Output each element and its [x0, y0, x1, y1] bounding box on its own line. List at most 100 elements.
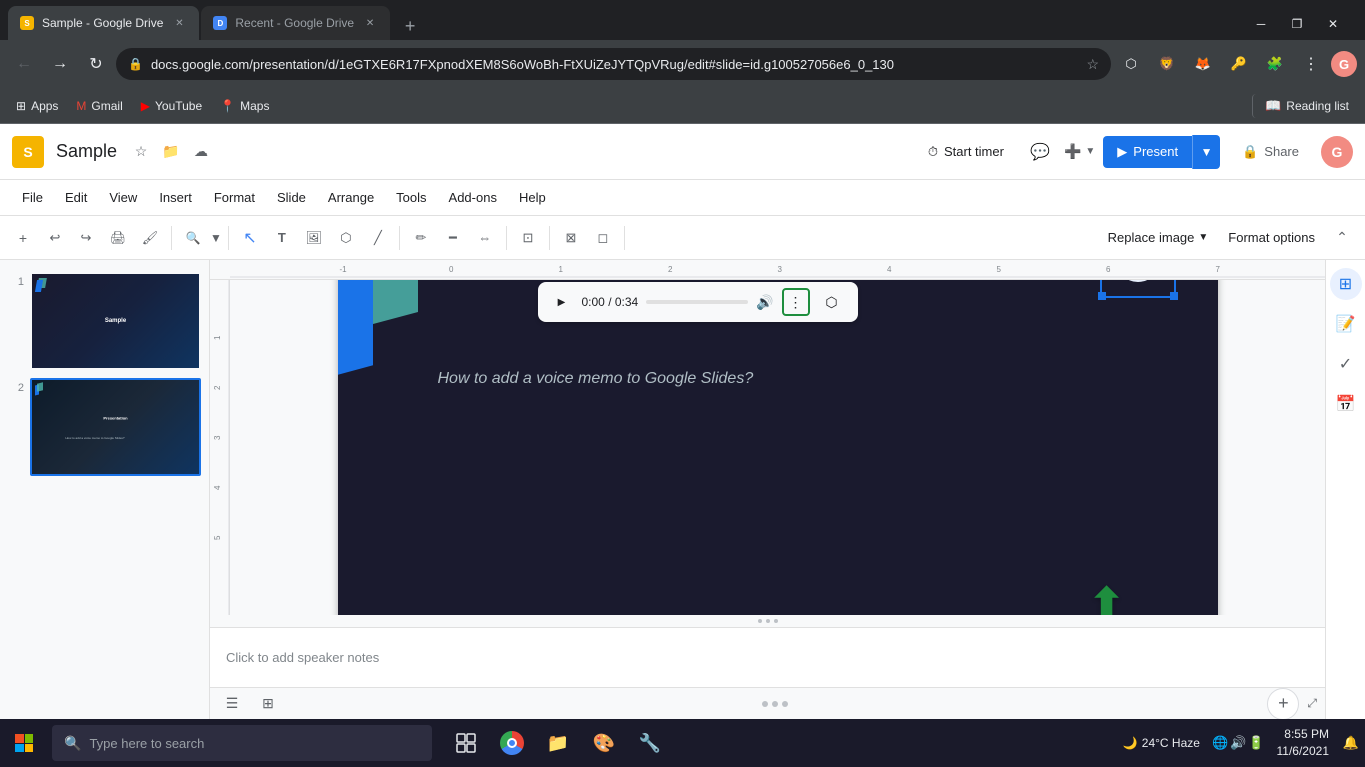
bookmark-youtube[interactable]: ▶ YouTube: [133, 92, 210, 120]
dash-style-button[interactable]: ⇔: [470, 223, 500, 253]
star-title-icon[interactable]: ☆: [129, 140, 153, 164]
slide-preview-2[interactable]: Presentation How to add a voice memo to …: [30, 378, 201, 476]
tab-close-1[interactable]: ✕: [171, 15, 187, 31]
extension-puzzle-icon[interactable]: 🧩: [1259, 48, 1291, 80]
expand-icon[interactable]: ⤢: [1307, 696, 1317, 711]
share-button[interactable]: 🔒 Share: [1228, 136, 1313, 168]
add-toolbar-button[interactable]: +: [8, 223, 38, 253]
profile-avatar[interactable]: G: [1331, 51, 1357, 77]
task-view-icon[interactable]: [444, 721, 488, 765]
menu-edit[interactable]: Edit: [55, 186, 97, 209]
menu-format[interactable]: Format: [204, 186, 265, 209]
audio-player[interactable]: ▶ 0:00 / 0:34 🔊 ⋮ ⬡: [538, 282, 858, 322]
close-window-button[interactable]: ✕: [1317, 8, 1349, 40]
progress-bar[interactable]: [646, 300, 748, 304]
menu-view[interactable]: View: [99, 186, 147, 209]
restore-button[interactable]: ❐: [1281, 8, 1313, 40]
taskbar-weather[interactable]: 🌙 24°C Haze: [1115, 736, 1208, 750]
bookmark-maps[interactable]: 📍 Maps: [212, 92, 277, 120]
address-bar[interactable]: 🔒 docs.google.com/presentation/d/1eGTXE6…: [116, 48, 1111, 80]
slide-thumb-1[interactable]: 1 Sample: [8, 272, 201, 370]
menu-addons[interactable]: Add-ons: [439, 186, 507, 209]
toolbar-collapse-button[interactable]: ⌃: [1327, 223, 1357, 253]
menu-help[interactable]: Help: [509, 186, 556, 209]
audio-icon-container[interactable]: 🔊: [1108, 280, 1168, 290]
keepassxc-icon[interactable]: 🔑: [1223, 48, 1255, 80]
new-tab-button[interactable]: +: [396, 12, 424, 40]
slide-canvas[interactable]: Presentation ▶ 0:00 / 0:34 🔊 ⋮ ⬡: [338, 280, 1218, 615]
extensions-icon[interactable]: ⬡: [1115, 48, 1147, 80]
minimize-button[interactable]: ─: [1245, 8, 1277, 40]
external-link-button[interactable]: ⬡: [818, 288, 846, 316]
start-button[interactable]: [0, 719, 48, 767]
mask-button[interactable]: ◻: [588, 223, 618, 253]
taskbar-clock[interactable]: 8:55 PM 11/6/2021: [1269, 719, 1338, 767]
canvas-main[interactable]: Presentation ▶ 0:00 / 0:34 🔊 ⋮ ⬡: [230, 280, 1325, 615]
comment-button[interactable]: 💬: [1024, 136, 1056, 168]
sidebar-explore-icon[interactable]: ⊞: [1330, 268, 1362, 300]
file-title[interactable]: Sample: [56, 141, 117, 162]
undo-button[interactable]: ↩: [40, 223, 70, 253]
reading-list-button[interactable]: 📖 Reading list: [1252, 94, 1357, 118]
line-style-button[interactable]: ━: [438, 223, 468, 253]
edit-pen-button[interactable]: ✏: [406, 223, 436, 253]
move-to-folder-icon[interactable]: 📁: [159, 140, 183, 164]
file-explorer-icon[interactable]: 📁: [536, 721, 580, 765]
grid-view-button[interactable]: ⊞: [254, 690, 282, 718]
user-avatar[interactable]: G: [1321, 136, 1353, 168]
zoom-out-icon[interactable]: ➕: [1064, 143, 1081, 160]
sidebar-tasks-icon[interactable]: ✓: [1330, 348, 1362, 380]
metamask-icon[interactable]: 🦊: [1187, 48, 1219, 80]
replace-image-button[interactable]: Replace image ▼: [1100, 226, 1217, 249]
volume-button[interactable]: 🔊: [756, 294, 773, 311]
bookmark-apps[interactable]: ⊞ Apps: [8, 92, 66, 120]
menu-tools[interactable]: Tools: [386, 186, 436, 209]
forward-button[interactable]: →: [44, 48, 76, 80]
tab-close-2[interactable]: ✕: [362, 15, 378, 31]
start-timer-button[interactable]: ⏱ Start timer: [916, 138, 1016, 166]
present-dropdown[interactable]: ▼: [1192, 135, 1220, 169]
cloud-save-icon[interactable]: ☁: [189, 140, 213, 164]
taskbar-search[interactable]: 🔍 Type here to search: [52, 725, 432, 761]
chrome-taskbar-icon[interactable]: [490, 721, 534, 765]
menu-arrange[interactable]: Arrange: [318, 186, 384, 209]
bookmark-gmail[interactable]: M Gmail: [68, 92, 130, 120]
zoom-button[interactable]: 🔍: [178, 223, 208, 253]
taskbar-notifications[interactable]: 🌐 🔊 🔋: [1208, 735, 1269, 751]
back-button[interactable]: ←: [8, 48, 40, 80]
speaker-notes[interactable]: Click to add speaker notes: [210, 627, 1325, 687]
menu-file[interactable]: File: [12, 186, 53, 209]
text-button[interactable]: T: [267, 223, 297, 253]
menu-slide[interactable]: Slide: [267, 186, 316, 209]
image-button[interactable]: 🖼: [299, 223, 329, 253]
sidebar-calendar-icon[interactable]: 📅: [1330, 388, 1362, 420]
action-center-button[interactable]: 🔔: [1337, 719, 1365, 767]
paintformat-button[interactable]: 🖌: [135, 223, 165, 253]
sidebar-notes-icon[interactable]: 📝: [1330, 308, 1362, 340]
crop-button[interactable]: ⊠: [556, 223, 586, 253]
redo-button[interactable]: ↪: [71, 223, 101, 253]
paint-icon[interactable]: 🎨: [582, 721, 626, 765]
slide-thumb-2[interactable]: 2 Presentation How to add a voice memo t…: [8, 378, 201, 476]
star-icon[interactable]: ☆: [1086, 56, 1099, 73]
zoom-dropdown-icon[interactable]: ▼: [1085, 146, 1095, 157]
list-view-button[interactable]: ☰: [218, 690, 246, 718]
print-button[interactable]: 🖨: [103, 223, 133, 253]
add-slide-button[interactable]: +: [1267, 688, 1299, 720]
play-button[interactable]: ▶: [550, 290, 574, 314]
text-box-button[interactable]: ⊡: [513, 223, 543, 253]
tab-sample[interactable]: S Sample - Google Drive ✕: [8, 6, 199, 40]
slide-preview-1[interactable]: Sample: [30, 272, 201, 370]
lines-button[interactable]: ╱: [363, 223, 393, 253]
handle-br[interactable]: [1170, 292, 1178, 300]
shape-button[interactable]: ⬡: [331, 223, 361, 253]
handle-bl[interactable]: [1098, 292, 1106, 300]
tab-recent[interactable]: D Recent - Google Drive ✕: [201, 6, 390, 40]
brave-icon[interactable]: 🦁: [1151, 48, 1183, 80]
menu-insert[interactable]: Insert: [149, 186, 202, 209]
select-button[interactable]: ↖: [235, 223, 265, 253]
reload-button[interactable]: ↻: [80, 48, 112, 80]
menu-button[interactable]: ⋮: [1295, 48, 1327, 80]
app-icon-5[interactable]: 🔧: [628, 721, 672, 765]
present-button[interactable]: ▶ Present: [1103, 136, 1192, 168]
